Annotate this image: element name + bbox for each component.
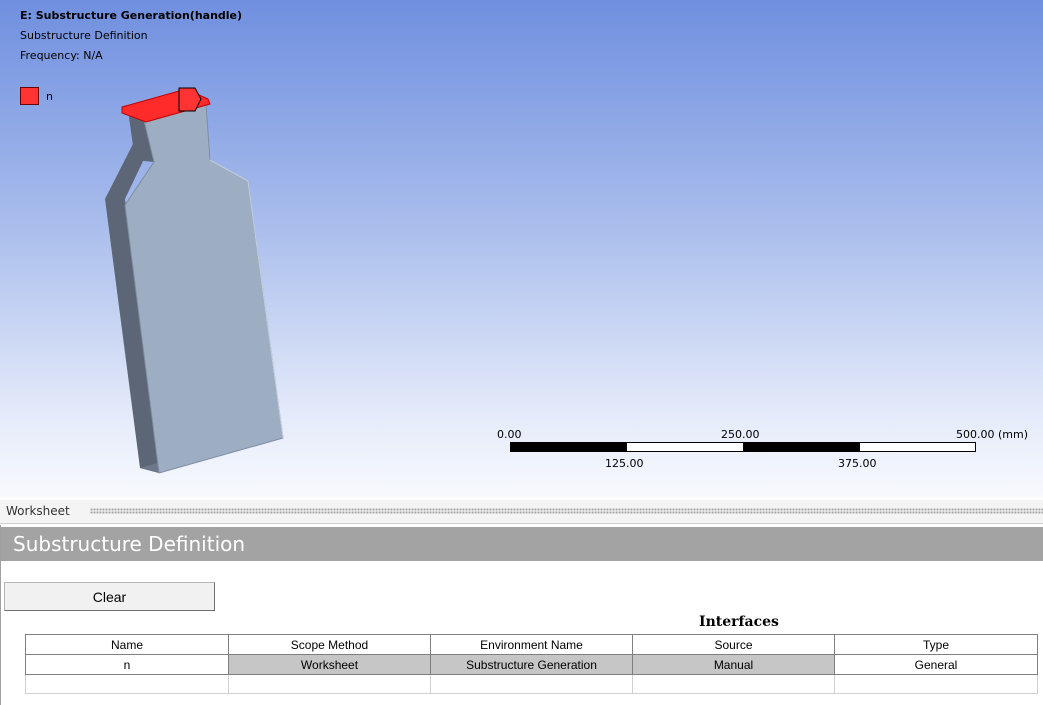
cell-scope-method[interactable]: Worksheet	[228, 654, 431, 675]
cell-name[interactable]: n	[25, 654, 229, 675]
column-header-name[interactable]: Name	[25, 634, 229, 655]
graphics-viewport[interactable]: E: Substructure Generation(handle) Subst…	[0, 0, 1043, 497]
table-row-empty[interactable]	[25, 674, 1038, 694]
column-header-source[interactable]: Source	[632, 634, 835, 655]
section-title: Substructure Definition	[1, 527, 1043, 561]
cell-type[interactable]: General	[834, 654, 1038, 675]
column-header-environment-name[interactable]: Environment Name	[430, 634, 633, 655]
scale-tick-0: 0.00	[497, 428, 522, 441]
scale-bar	[510, 442, 976, 452]
cell-source[interactable]: Manual	[632, 654, 835, 675]
clear-button[interactable]: Clear	[4, 582, 215, 611]
table-row[interactable]: n Worksheet Substructure Generation Manu…	[25, 654, 1038, 675]
worksheet-tab-label: Worksheet	[6, 504, 74, 518]
worksheet-header[interactable]: Worksheet	[0, 500, 1043, 524]
scale-tick-375: 375.00	[838, 457, 877, 470]
cell-environment-name[interactable]: Substructure Generation	[430, 654, 633, 675]
column-header-type[interactable]: Type	[834, 634, 1038, 655]
worksheet-panel: Substructure Definition Clear Interfaces…	[0, 525, 1043, 705]
scale-tick-500: 500.00 (mm)	[956, 428, 1028, 441]
table-header-row: Name Scope Method Environment Name Sourc…	[25, 634, 1038, 655]
scale-tick-125: 125.00	[605, 457, 644, 470]
interfaces-table: Name Scope Method Environment Name Sourc…	[25, 634, 1038, 694]
handle-model[interactable]	[0, 0, 1043, 497]
worksheet-drag-grip[interactable]	[90, 508, 1043, 514]
scale-tick-250: 250.00	[721, 428, 760, 441]
column-header-scope-method[interactable]: Scope Method	[228, 634, 431, 655]
interfaces-table-title: Interfaces	[699, 614, 779, 630]
